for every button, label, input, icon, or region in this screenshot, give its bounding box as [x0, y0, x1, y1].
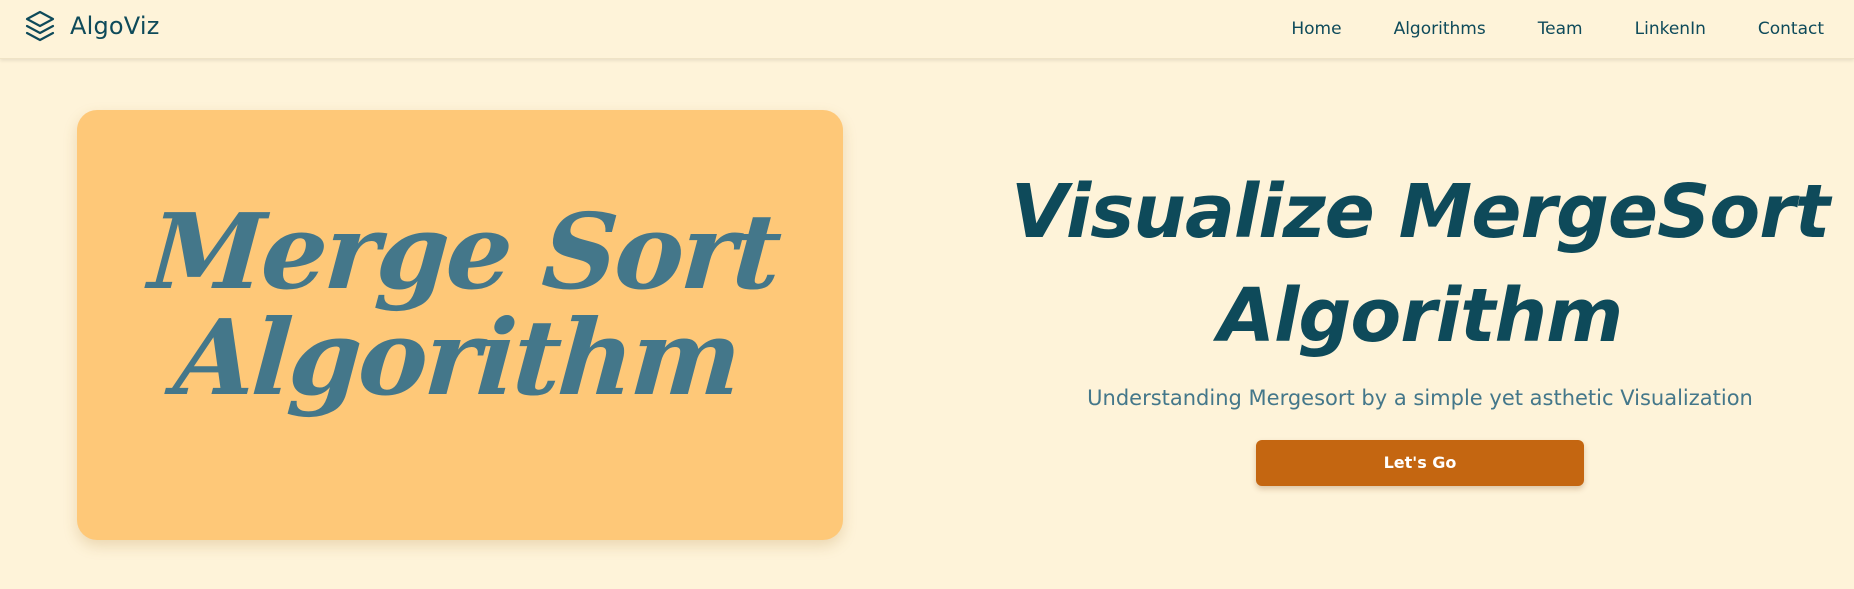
- brand-link[interactable]: AlgoViz: [24, 9, 160, 43]
- nav-link-home[interactable]: Home: [1291, 19, 1341, 39]
- brand-name: AlgoViz: [70, 12, 160, 40]
- hero-subtitle: Understanding Mergesort by a simple yet …: [1087, 386, 1753, 410]
- card-title-line-2: Algorithm: [170, 296, 743, 419]
- hero-section: Visualize MergeSort Algorithm Understand…: [1000, 160, 1840, 486]
- navbar: AlgoViz Home Algorithms Team LinkenIn Co…: [0, 0, 1854, 59]
- nav-link-team[interactable]: Team: [1538, 19, 1583, 39]
- nav-link-contact[interactable]: Contact: [1758, 19, 1824, 39]
- hero-image-card: Merge Sort Algorithm: [77, 110, 843, 540]
- card-title-line-1: Merge Sort: [145, 190, 783, 313]
- nav-link-algorithms[interactable]: Algorithms: [1394, 19, 1486, 39]
- hero-title-line-2: Algorithm: [1217, 273, 1623, 359]
- nav-link-linkedin[interactable]: LinkenIn: [1635, 19, 1706, 39]
- hero-title-line-1: Visualize MergeSort: [1010, 169, 1830, 255]
- lets-go-button[interactable]: Let's Go: [1256, 440, 1584, 486]
- hero-title: Visualize MergeSort Algorithm: [1000, 160, 1840, 368]
- nav-links: Home Algorithms Team LinkenIn Contact: [1291, 19, 1824, 39]
- card-title: Merge Sort Algorithm: [138, 190, 783, 419]
- layers-icon: [24, 9, 56, 43]
